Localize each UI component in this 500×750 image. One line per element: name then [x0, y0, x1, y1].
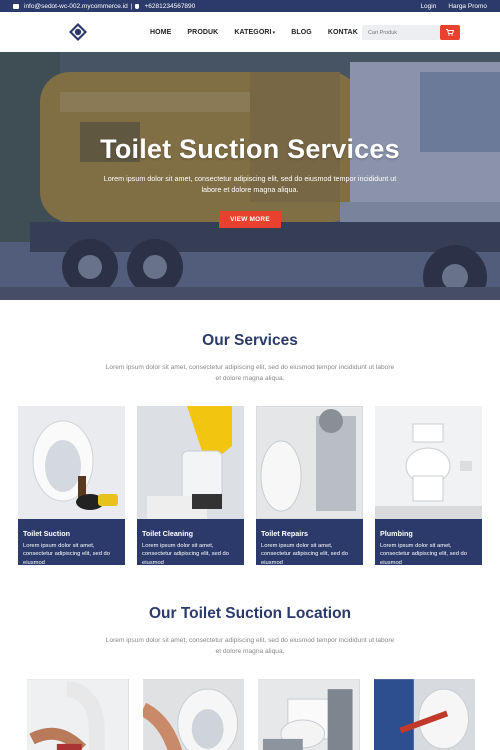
chevron-down-icon: ▾: [272, 29, 276, 36]
login-link[interactable]: Login: [420, 3, 436, 10]
top-bar: info@sedot-wc-002.mycommerce.id | +62812…: [0, 0, 500, 12]
toilet-suction-image: [18, 406, 125, 519]
service-title: Toilet Suction: [23, 529, 70, 538]
service-card[interactable]: Toilet Suction Lorem ipsum dolor sit ame…: [18, 406, 125, 565]
main-nav: HOME PRODUK KATEGORI▾ BLOG KONTAK: [150, 29, 358, 36]
service-desc: Lorem ipsum dolor sit amet, consectetur …: [23, 543, 111, 565]
cart-button[interactable]: [440, 25, 460, 40]
toilet-repairs-image: [256, 406, 363, 520]
phone-icon: [135, 3, 140, 9]
phone-link[interactable]: +6281234567890: [144, 3, 195, 10]
contact-info: info@sedot-wc-002.mycommerce.id | +62812…: [13, 3, 195, 10]
service-card[interactable]: Toilet Cleaning Lorem ipsum dolor sit am…: [137, 406, 244, 565]
location-image[interactable]: [258, 679, 360, 750]
toilet-cleaning-image: [137, 406, 244, 519]
view-more-button[interactable]: VIEW MORE: [219, 211, 281, 228]
mail-icon: [13, 3, 19, 9]
hero-text: Lorem ipsum dolor sit amet, consectetur …: [103, 174, 397, 194]
nav-produk[interactable]: PRODUK: [187, 29, 218, 36]
services-section: Our Services Lorem ipsum dolor sit amet,…: [0, 300, 500, 565]
service-title: Toilet Repairs: [261, 529, 308, 538]
nav-kategori[interactable]: KATEGORI▾: [234, 29, 275, 36]
header: HOME PRODUK KATEGORI▾ BLOG KONTAK: [0, 12, 500, 52]
location-subtitle: Lorem ipsum dolor sit amet, consectetur …: [105, 637, 395, 655]
logo-icon[interactable]: [68, 22, 88, 42]
service-title: Plumbing: [380, 529, 413, 538]
service-card[interactable]: Toilet Repairs Lorem ipsum dolor sit ame…: [256, 406, 363, 565]
hero-title: Toilet Suction Services: [100, 134, 400, 164]
price-promo-link[interactable]: Harga Promo: [448, 3, 487, 10]
cart-icon: [446, 29, 454, 36]
service-title: Toilet Cleaning: [142, 529, 193, 538]
hero-banner: Toilet Suction Services Lorem ipsum dolo…: [0, 52, 500, 300]
service-desc: Lorem ipsum dolor sit amet, consectetur …: [261, 543, 349, 565]
search-input[interactable]: [362, 25, 440, 40]
location-image[interactable]: [373, 679, 476, 750]
services-subtitle: Lorem ipsum dolor sit amet, consectetur …: [105, 364, 395, 382]
service-card[interactable]: Plumbing Lorem ipsum dolor sit amet, con…: [375, 406, 482, 565]
email-link[interactable]: info@sedot-wc-002.mycommerce.id: [24, 3, 128, 10]
location-image[interactable]: [27, 679, 129, 750]
nav-blog[interactable]: BLOG: [291, 29, 312, 36]
service-desc: Lorem ipsum dolor sit amet, consectetur …: [142, 543, 230, 565]
service-desc: Lorem ipsum dolor sit amet, consectetur …: [380, 543, 468, 565]
location-image[interactable]: [142, 679, 245, 750]
nav-kontak[interactable]: KONTAK: [328, 29, 358, 36]
location-section: Our Toilet Suction Location Lorem ipsum …: [0, 565, 500, 750]
nav-home[interactable]: HOME: [150, 29, 171, 36]
plumbing-image: [375, 406, 482, 519]
location-title: Our Toilet Suction Location: [148, 605, 352, 622]
services-title: Our Services: [202, 332, 298, 349]
